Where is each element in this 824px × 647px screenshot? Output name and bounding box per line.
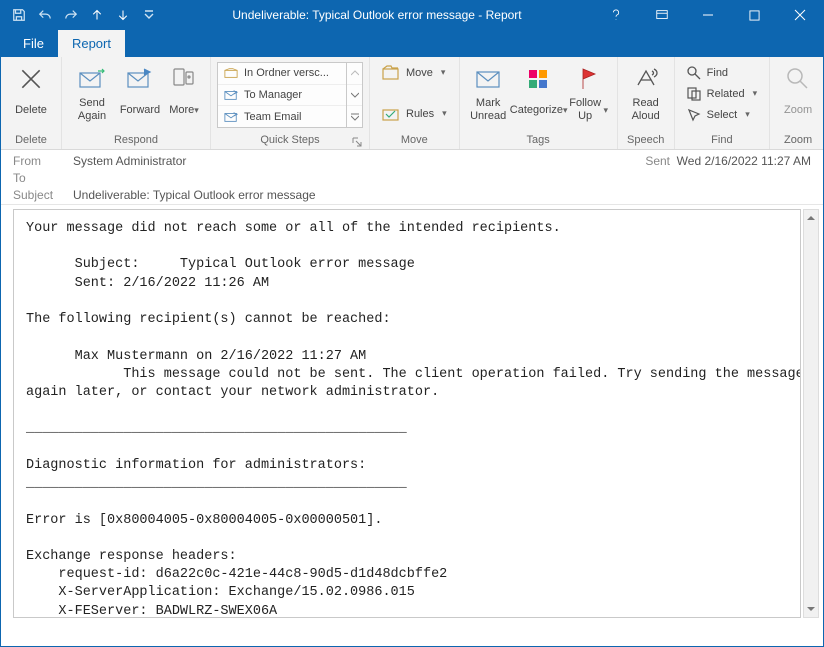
quick-steps-scroll [347,62,363,128]
quick-steps-gallery[interactable]: In Ordner versc... To Manager Team Email [217,62,347,128]
window-title: Undeliverable: Typical Outlook error mes… [161,8,593,22]
close-icon[interactable] [777,1,823,29]
find-button[interactable]: Find [681,62,763,83]
follow-up-button[interactable]: Follow Up [567,60,611,123]
ribbon: Delete Delete Send Again Forward More Re… [1,57,823,150]
mark-unread-icon [472,63,504,95]
to-value [73,171,645,185]
move-button[interactable]: Move [376,62,453,83]
group-label-respond: Respond [68,133,204,148]
quick-access-toolbar [1,3,161,27]
next-item-icon[interactable] [111,3,135,27]
group-find: Find Related Select Find [675,57,770,149]
previous-item-icon[interactable] [85,3,109,27]
group-move: Move Rules Move [370,57,460,149]
more-respond-button[interactable]: More [164,60,204,123]
select-button[interactable]: Select [681,104,763,125]
from-label: From [13,154,73,168]
quick-step-item[interactable]: To Manager [218,85,346,107]
sent-info: Sent Wed 2/16/2022 11:27 AM [645,154,811,168]
gallery-more-icon[interactable] [347,106,362,127]
quick-step-item[interactable]: In Ordner versc... [218,63,346,85]
delete-icon [15,63,47,95]
subject-value: Undeliverable: Typical Outlook error mes… [73,188,811,202]
categorize-button[interactable]: Categorize [511,60,567,123]
scroll-down-icon[interactable] [804,601,818,617]
scroll-up-icon[interactable] [804,210,818,226]
to-label: To [13,171,73,185]
title-bar: Undeliverable: Typical Outlook error mes… [1,1,823,29]
group-label-quick-steps: Quick Steps [217,133,363,148]
group-speech: Read Aloud Speech [618,57,675,149]
undo-icon[interactable] [33,3,57,27]
redo-icon[interactable] [59,3,83,27]
group-label-move: Move [376,133,453,148]
ribbon-tabs: File Report [1,29,823,57]
dialog-launcher-icon[interactable] [350,135,363,148]
message-body-area: Your message did not reach some or all o… [1,205,823,622]
group-label-find: Find [681,133,763,148]
gallery-down-icon[interactable] [347,85,362,107]
tab-report[interactable]: Report [58,30,125,57]
gallery-up-icon[interactable] [347,63,362,85]
tab-file[interactable]: File [9,30,58,57]
forward-icon [124,63,156,95]
message-body[interactable]: Your message did not reach some or all o… [13,209,801,618]
rules-button[interactable]: Rules [376,103,453,124]
group-label-speech: Speech [624,133,668,148]
forward-button[interactable]: Forward [116,60,164,123]
categorize-icon [523,63,555,95]
send-again-icon [76,63,108,95]
read-aloud-button[interactable]: Read Aloud [624,60,668,123]
group-quick-steps: In Ordner versc... To Manager Team Email… [211,57,370,149]
group-label-zoom: Zoom [776,133,820,148]
zoom-button[interactable]: Zoom [776,60,820,123]
qat-customize-icon[interactable] [137,3,161,27]
group-label-delete: Delete [7,133,55,148]
read-aloud-icon [630,63,662,95]
vertical-scrollbar[interactable] [803,209,819,618]
zoom-icon [782,63,814,95]
send-again-button[interactable]: Send Again [68,60,116,123]
ribbon-display-icon[interactable] [639,1,685,29]
flag-icon [573,63,605,95]
quick-step-item[interactable]: Team Email [218,106,346,127]
window-controls [593,1,823,29]
more-icon [168,63,200,95]
mark-unread-button[interactable]: Mark Unread [466,60,511,123]
subject-label: Subject [13,188,73,202]
delete-button[interactable]: Delete [7,60,55,123]
maximize-icon[interactable] [731,1,777,29]
group-label-tags: Tags [466,133,611,148]
minimize-icon[interactable] [685,1,731,29]
help-icon[interactable] [593,1,639,29]
scroll-track[interactable] [804,226,818,601]
group-respond: Send Again Forward More Respond [62,57,211,149]
from-value: System Administrator [73,154,645,168]
group-tags: Mark Unread Categorize Follow Up Tags [460,57,618,149]
save-icon[interactable] [7,3,31,27]
group-zoom: Zoom Zoom [770,57,824,149]
message-header: From System Administrator Sent Wed 2/16/… [1,150,823,205]
group-delete: Delete Delete [1,57,62,149]
related-button[interactable]: Related [681,83,763,104]
